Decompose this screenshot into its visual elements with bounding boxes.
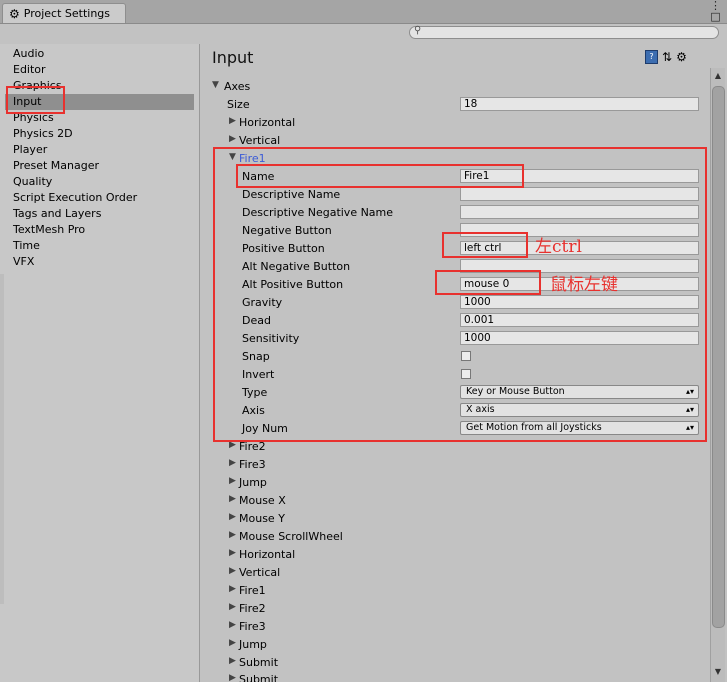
- collapsed-triangle-icon: ▶: [229, 512, 236, 522]
- axis-label: Vertical: [239, 566, 281, 579]
- size-row: Size 18: [200, 96, 705, 114]
- axis-label: Horizontal: [239, 116, 296, 129]
- highlight-input-nav: [6, 86, 65, 114]
- page-title: Input: [212, 48, 254, 67]
- highlight-name-row: [236, 164, 524, 188]
- axes-foldout[interactable]: ▼ Axes: [200, 78, 705, 96]
- axis-item-fire2-2[interactable]: ▶ Fire2: [200, 600, 705, 618]
- collapsed-triangle-icon: ▶: [229, 673, 236, 682]
- help-book-icon[interactable]: ?: [645, 50, 658, 64]
- left-mouse-note: 鼠标左键: [550, 275, 618, 295]
- sidebar-item-physics-2d[interactable]: Physics 2D: [5, 126, 194, 142]
- sidebar-item-script-execution-order[interactable]: Script Execution Order: [5, 190, 194, 206]
- axis-label: Submit: [239, 673, 279, 682]
- axis-item-fire1-2[interactable]: ▶ Fire1: [200, 582, 705, 600]
- scroll-down-icon[interactable]: ▼: [712, 666, 724, 678]
- project-settings-window: ⚙ Project Settings ⋮ □ × ⚲ Audio Editor …: [0, 0, 727, 682]
- sidebar-item-time[interactable]: Time: [5, 238, 194, 254]
- settings-sidebar: Audio Editor Graphics Input Physics Phys…: [0, 44, 200, 682]
- expanded-triangle-icon: ▼: [212, 80, 219, 90]
- preset-sliders-icon[interactable]: ⇅: [662, 50, 672, 64]
- axis-item-vertical-2[interactable]: ▶ Vertical: [200, 564, 705, 582]
- title-bar: ⚙ Project Settings ⋮ □ ×: [0, 0, 727, 33]
- highlight-positive-button: [442, 232, 528, 258]
- axis-item-fire3[interactable]: ▶ Fire3: [200, 456, 705, 474]
- axis-label: Fire2: [239, 602, 266, 615]
- scrollbar-thumb[interactable]: [712, 86, 725, 628]
- search-input[interactable]: ⚲: [409, 25, 719, 39]
- axis-item-horizontal[interactable]: ▶ Horizontal: [200, 114, 705, 132]
- axis-item-mouse-x[interactable]: ▶ Mouse X: [200, 492, 705, 510]
- collapsed-triangle-icon: ▶: [229, 134, 236, 144]
- sidebar-item-tags-and-layers[interactable]: Tags and Layers: [5, 206, 194, 222]
- axis-item-submit-2[interactable]: ▶ Submit: [200, 671, 705, 682]
- search-icon: ⚲: [414, 25, 422, 36]
- axis-item-fire3-2[interactable]: ▶ Fire3: [200, 618, 705, 636]
- sidebar-item-textmesh-pro[interactable]: TextMesh Pro: [5, 222, 194, 238]
- highlight-alt-positive-button: [435, 270, 541, 295]
- axis-item-mouse-scrollwheel[interactable]: ▶ Mouse ScrollWheel: [200, 528, 705, 546]
- axis-label: Jump: [239, 638, 267, 651]
- left-ctrl-note: 左ctrl: [535, 237, 582, 257]
- axis-item-submit[interactable]: ▶ Submit: [200, 654, 705, 672]
- axis-label: Horizontal: [239, 548, 296, 561]
- collapsed-triangle-icon: ▶: [229, 638, 236, 648]
- axis-item-mouse-y[interactable]: ▶ Mouse Y: [200, 510, 705, 528]
- axes-label: Axes: [224, 80, 251, 93]
- sidebar-item-player[interactable]: Player: [5, 142, 194, 158]
- sidebar-item-preset-manager[interactable]: Preset Manager: [5, 158, 194, 174]
- axis-label: Fire3: [239, 458, 266, 471]
- settings-gear-icon[interactable]: ⚙: [676, 50, 687, 64]
- sidebar-item-audio[interactable]: Audio: [5, 46, 194, 62]
- collapsed-triangle-icon: ▶: [229, 116, 236, 126]
- axis-label: Vertical: [239, 134, 281, 147]
- axis-label: Submit: [239, 656, 279, 669]
- collapsed-triangle-icon: ▶: [229, 602, 236, 612]
- axis-label: Fire3: [239, 620, 266, 633]
- sidebar-item-editor[interactable]: Editor: [5, 62, 194, 78]
- axis-label: Mouse Y: [239, 512, 285, 525]
- scroll-up-icon[interactable]: ▲: [712, 70, 724, 82]
- vertical-scrollbar[interactable]: ▲ ▼: [710, 68, 725, 682]
- sidebar-item-vfx[interactable]: VFX: [5, 254, 194, 270]
- tab-title: Project Settings: [23, 7, 111, 20]
- size-field[interactable]: 18: [460, 97, 699, 111]
- axis-item-jump[interactable]: ▶ Jump: [200, 474, 705, 492]
- sidebar-item-quality[interactable]: Quality: [5, 174, 194, 190]
- collapsed-triangle-icon: ▶: [229, 494, 236, 504]
- axis-label: Mouse X: [239, 494, 286, 507]
- collapsed-triangle-icon: ▶: [229, 584, 236, 594]
- collapsed-triangle-icon: ▶: [229, 458, 236, 468]
- collapsed-triangle-icon: ▶: [229, 530, 236, 540]
- sidebar-edge: [0, 274, 4, 604]
- tab-project-settings[interactable]: ⚙ Project Settings: [2, 3, 126, 23]
- collapsed-triangle-icon: ▶: [229, 476, 236, 486]
- axis-item-jump-2[interactable]: ▶ Jump: [200, 636, 705, 654]
- axis-label: Mouse ScrollWheel: [239, 530, 343, 543]
- search-row: ⚲: [0, 24, 727, 42]
- collapsed-triangle-icon: ▶: [229, 656, 236, 666]
- header-icons: ? ⇅ ⚙: [645, 50, 687, 64]
- axis-label: Fire1: [239, 584, 266, 597]
- axis-label: Jump: [239, 476, 267, 489]
- collapsed-triangle-icon: ▶: [229, 620, 236, 630]
- axis-item-horizontal-2[interactable]: ▶ Horizontal: [200, 546, 705, 564]
- gear-icon: ⚙: [9, 6, 20, 21]
- collapsed-triangle-icon: ▶: [229, 566, 236, 576]
- collapsed-triangle-icon: ▶: [229, 548, 236, 558]
- size-label: Size: [227, 98, 250, 111]
